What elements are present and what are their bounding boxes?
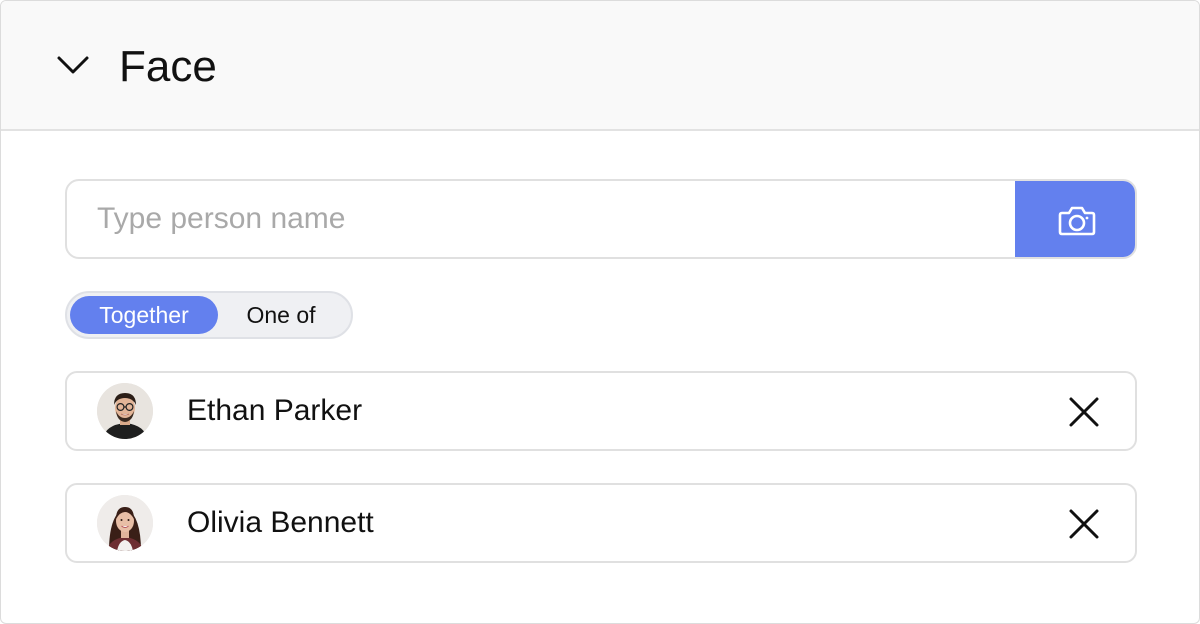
person-chip-ethan: Ethan Parker [65, 371, 1137, 451]
person-name: Olivia Bennett [187, 506, 374, 539]
toggle-option-together[interactable]: Together [70, 296, 218, 334]
close-icon[interactable] [1067, 395, 1101, 429]
match-mode-toggle: Together One of [65, 291, 353, 339]
person-search-box [65, 179, 1137, 259]
avatar [97, 495, 153, 551]
camera-icon [1058, 206, 1096, 236]
camera-search-button[interactable] [1015, 181, 1135, 257]
face-filter-panel: Face Together One of [0, 0, 1200, 624]
person-search-input[interactable] [67, 181, 1013, 257]
toggle-option-one-of[interactable]: One of [221, 296, 341, 334]
chevron-down-icon[interactable] [55, 51, 91, 79]
panel-title: Face [119, 42, 217, 91]
avatar [97, 383, 153, 439]
panel-header[interactable]: Face [1, 1, 1199, 131]
person-chip-olivia: Olivia Bennett [65, 483, 1137, 563]
close-icon[interactable] [1067, 507, 1101, 541]
person-name: Ethan Parker [187, 394, 363, 427]
